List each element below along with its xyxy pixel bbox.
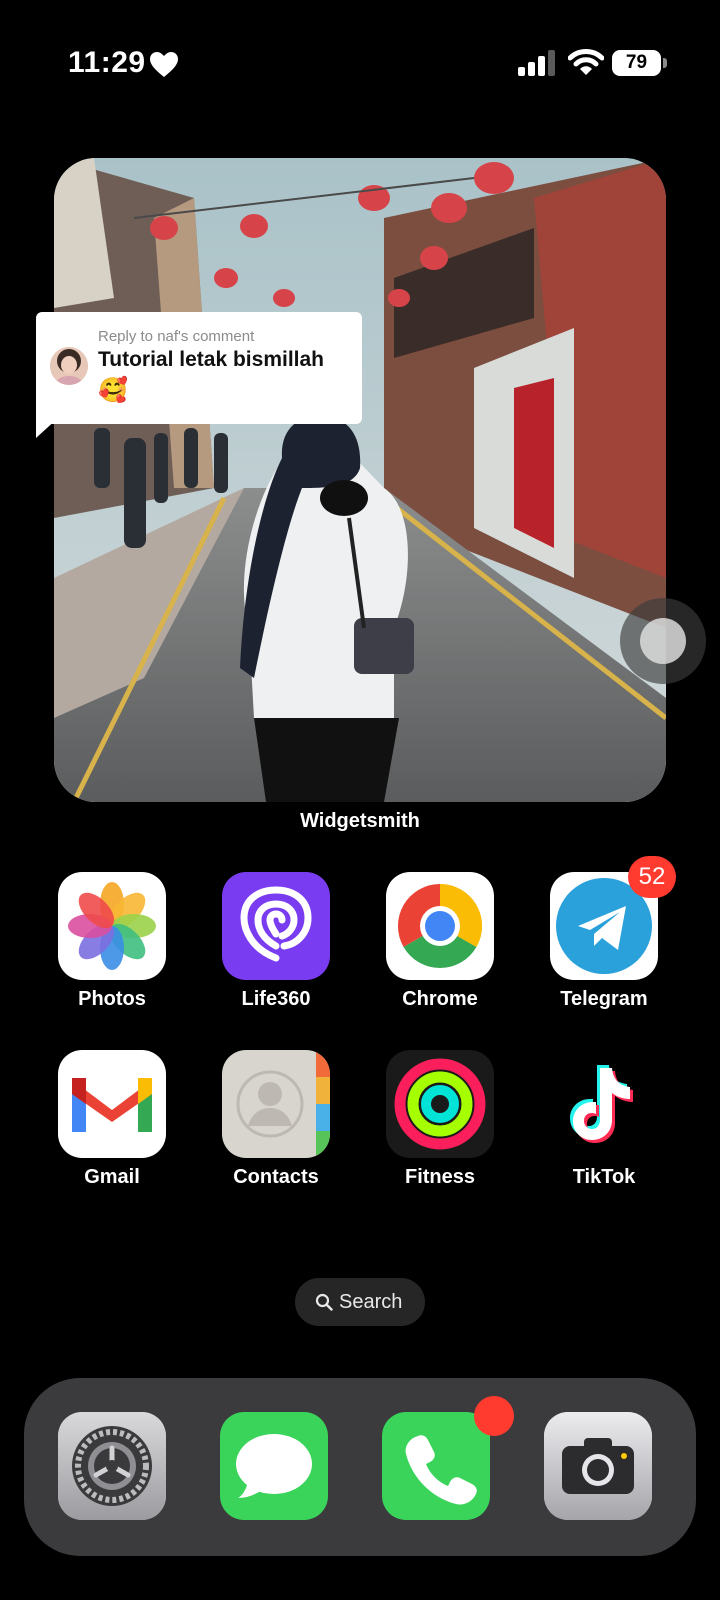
comment-reply-to: Reply to naf's comment xyxy=(98,328,255,345)
commenter-avatar xyxy=(50,347,88,385)
dock-messages[interactable] xyxy=(220,1412,328,1520)
chrome-icon xyxy=(386,872,494,980)
widget-photo xyxy=(54,158,666,802)
search-label: Search xyxy=(339,1291,403,1313)
wifi-icon xyxy=(568,49,604,75)
battery-icon: 79 xyxy=(612,50,668,76)
battery-level: 79 xyxy=(612,50,661,76)
status-time: 11:29 xyxy=(68,46,146,79)
settings-icon xyxy=(58,1412,166,1520)
app-label: Contacts xyxy=(233,1166,319,1188)
signal-icon xyxy=(518,50,555,76)
widgetsmith-widget[interactable] xyxy=(54,158,666,802)
contacts-icon xyxy=(222,1050,330,1158)
tiktok-icon xyxy=(550,1050,658,1158)
fitness-icon xyxy=(386,1050,494,1158)
status-bar: 11:29 79 xyxy=(0,0,720,120)
app-label: Telegram xyxy=(560,988,648,1010)
comment-bubble-tail xyxy=(36,418,58,438)
app-chrome[interactable]: Chrome xyxy=(370,872,510,1022)
app-telegram[interactable]: 52 Telegram xyxy=(534,856,676,1022)
phone-notification-dot xyxy=(474,1396,514,1436)
app-label: Chrome xyxy=(402,988,478,1010)
messages-icon xyxy=(236,1434,312,1498)
telegram-badge: 52 xyxy=(628,856,676,898)
assistive-touch-button[interactable] xyxy=(620,598,706,684)
app-gmail[interactable]: Gmail xyxy=(42,1050,182,1200)
dock-settings[interactable] xyxy=(58,1412,166,1520)
app-label: TikTok xyxy=(572,1166,636,1188)
phone-icon xyxy=(405,1435,477,1505)
app-photos[interactable]: Photos xyxy=(42,872,182,1022)
spotlight-search-button[interactable]: Search xyxy=(295,1278,425,1326)
search-icon xyxy=(315,1293,333,1311)
comment-text: Tutorial letak bismillah xyxy=(98,348,324,371)
app-life360[interactable]: Life360 xyxy=(206,872,346,1022)
app-fitness[interactable]: Fitness xyxy=(370,1050,510,1200)
camera-icon xyxy=(544,1412,652,1520)
app-label: Photos xyxy=(78,988,146,1010)
dock-camera[interactable] xyxy=(544,1412,652,1520)
app-tiktok[interactable]: TikTok xyxy=(534,1050,674,1200)
app-label: Gmail xyxy=(84,1166,140,1188)
app-contacts[interactable]: Contacts xyxy=(206,1050,346,1200)
dock-phone[interactable] xyxy=(382,1412,490,1520)
app-label: Life360 xyxy=(241,988,311,1010)
photos-icon xyxy=(58,872,166,980)
smiling-hearts-emoji: 🥰 xyxy=(98,377,128,404)
widget-label: Widgetsmith xyxy=(300,810,420,832)
life360-icon xyxy=(222,872,330,980)
battery-tip xyxy=(663,58,667,68)
heart-icon xyxy=(150,52,178,77)
comment-bubble[interactable]: Reply to naf's comment Tutorial letak bi… xyxy=(36,312,362,424)
gmail-icon xyxy=(58,1050,166,1158)
app-label: Fitness xyxy=(404,1166,476,1188)
